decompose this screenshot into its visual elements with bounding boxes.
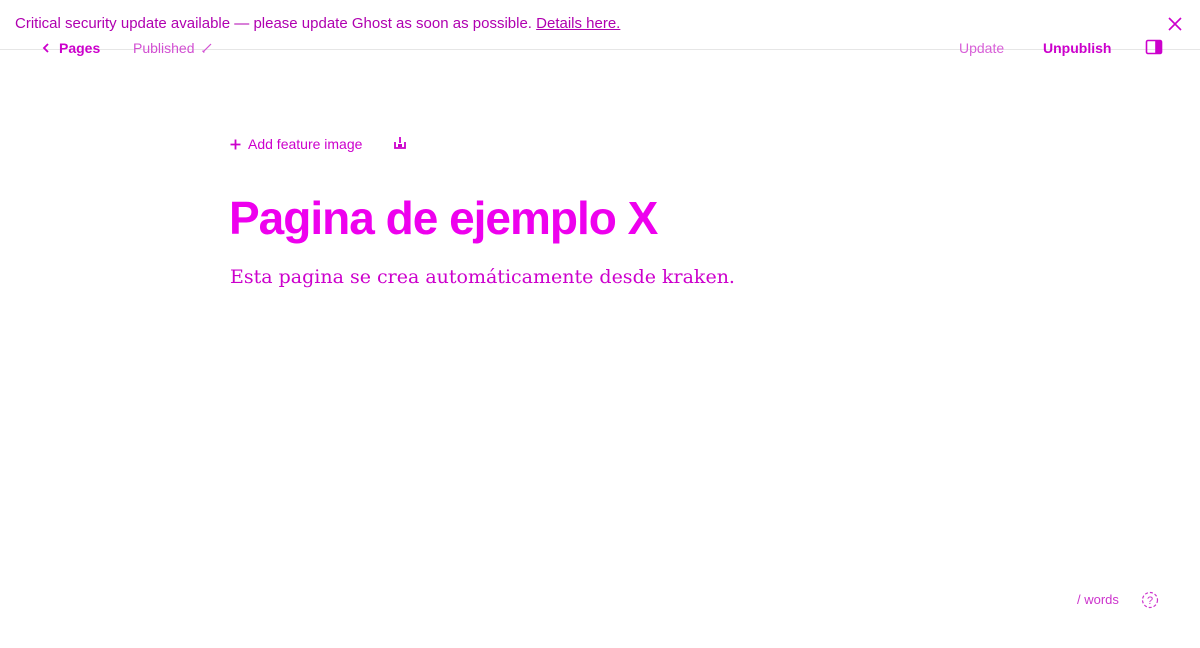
post-title[interactable]: Pagina de ejemplo X xyxy=(229,188,658,248)
back-label: Pages xyxy=(59,40,101,56)
back-to-pages-link[interactable]: Pages xyxy=(42,39,100,57)
plus-icon xyxy=(230,139,241,149)
help-icon[interactable]: ? xyxy=(1141,591,1159,609)
pencil-icon xyxy=(201,43,211,53)
status-label: Published xyxy=(133,40,195,56)
sidebar-toggle-icon[interactable] xyxy=(1145,39,1163,55)
banner-message-row: Critical security update available — ple… xyxy=(15,15,620,33)
svg-text:?: ? xyxy=(1147,595,1153,607)
word-count: / words xyxy=(1077,592,1119,607)
close-icon[interactable] xyxy=(1166,15,1184,33)
update-button[interactable]: Update xyxy=(959,39,1004,57)
post-body-paragraph[interactable]: Esta pagina se crea automáticamente desd… xyxy=(230,264,735,290)
add-feature-image-button[interactable]: Add feature image xyxy=(230,135,362,153)
unpublish-button[interactable]: Unpublish xyxy=(1043,39,1111,57)
publish-status[interactable]: Published xyxy=(133,39,212,57)
snippet-icon[interactable] xyxy=(393,136,407,150)
chevron-left-icon xyxy=(42,43,49,53)
banner-details-link[interactable]: Details here. xyxy=(536,15,620,32)
banner-message: Critical security update available — ple… xyxy=(15,15,532,32)
feature-image-label: Add feature image xyxy=(248,136,363,152)
